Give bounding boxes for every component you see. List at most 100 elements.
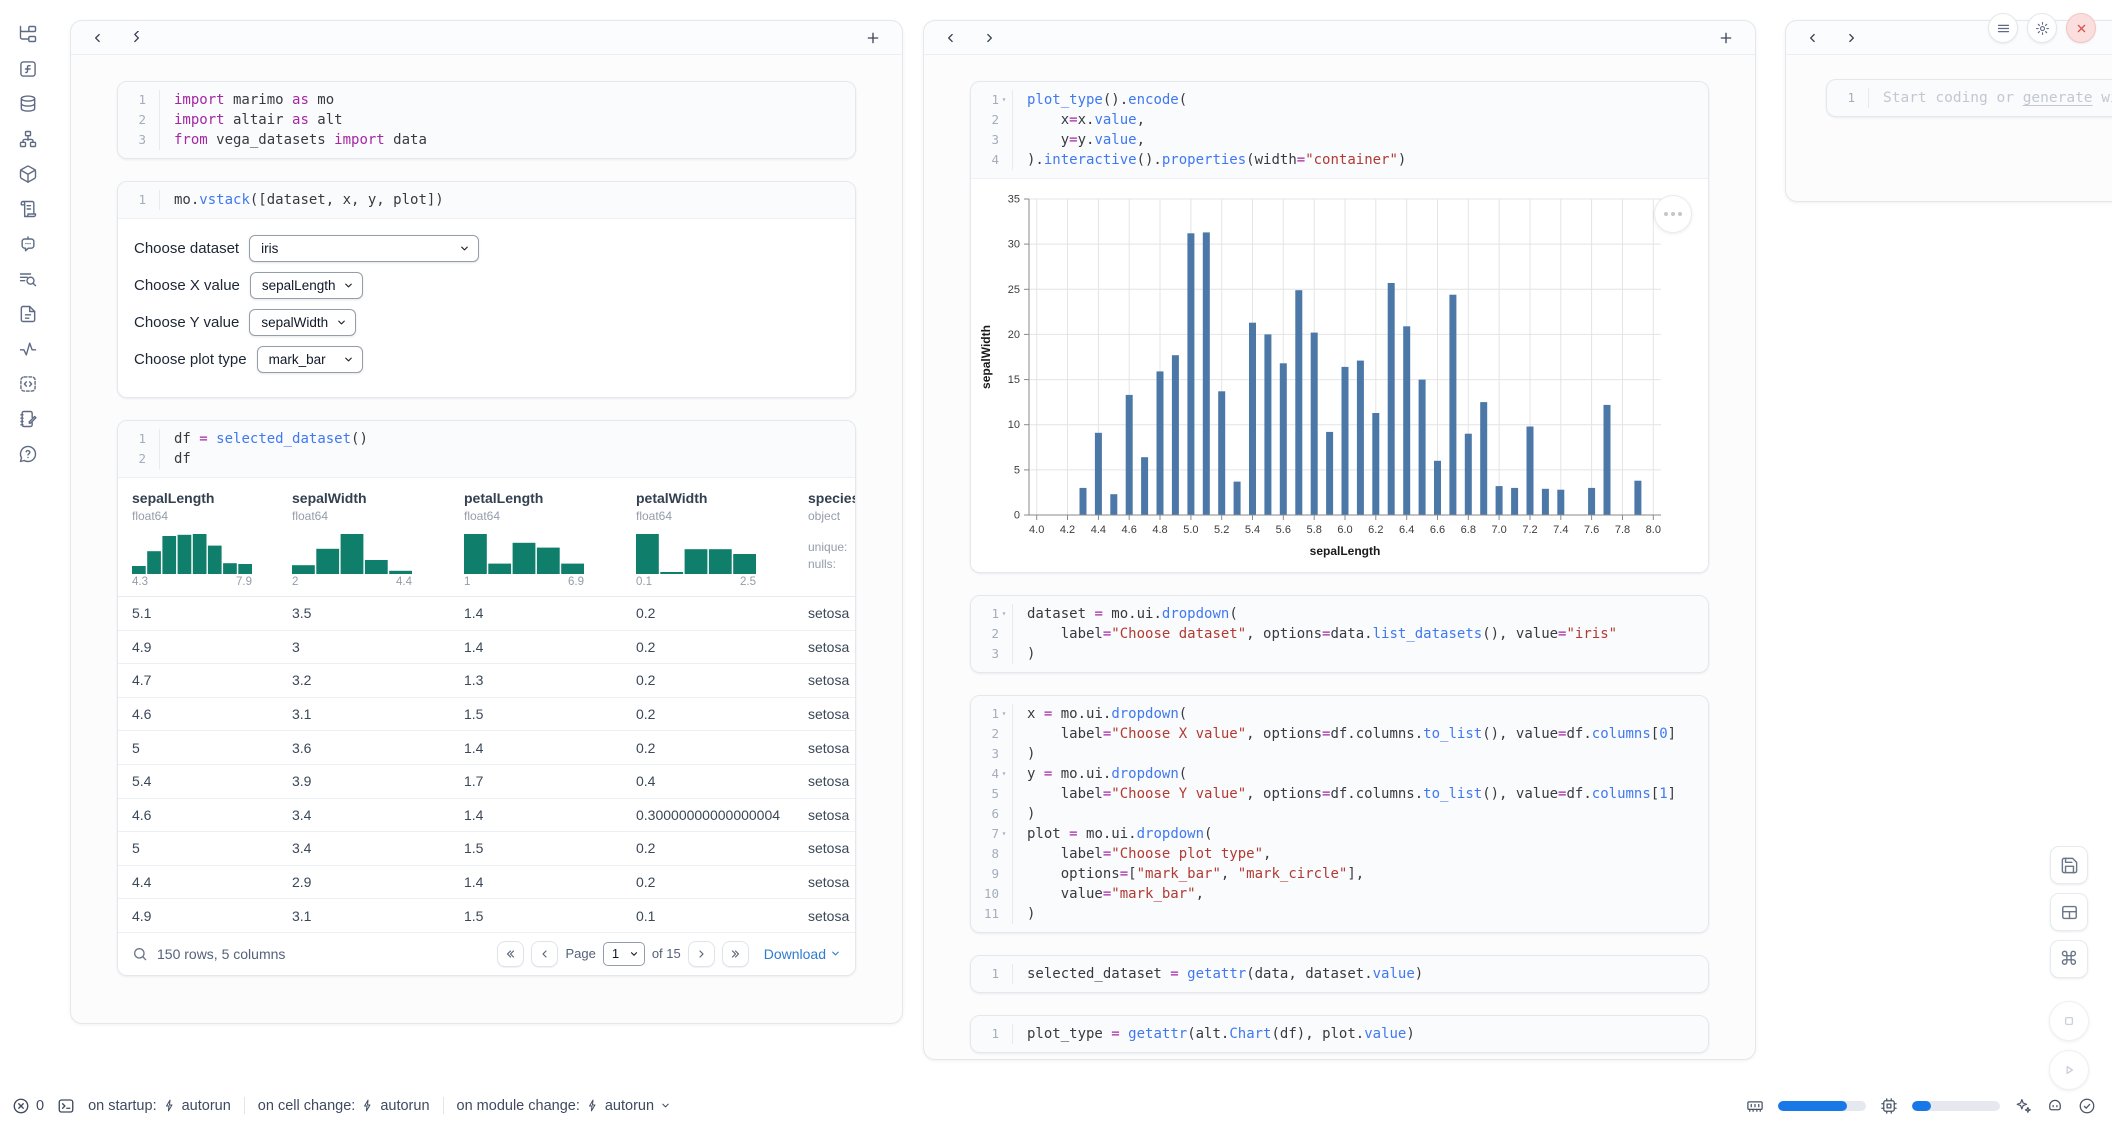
run-button[interactable] — [2049, 1050, 2089, 1090]
table-row[interactable]: 4.63.11.50.2setosa — [118, 698, 855, 732]
download-button[interactable]: Download — [764, 946, 841, 962]
cpu-usage-fill — [1912, 1101, 1931, 1111]
svg-text:6.2: 6.2 — [1368, 524, 1383, 536]
next-page-button[interactable] — [688, 941, 715, 967]
plot-type-label: Choose plot type — [134, 351, 247, 368]
code-editor[interactable]: 1df = selected_dataset()2df — [118, 421, 855, 477]
bar-chart[interactable]: 4.04.24.44.64.85.05.25.45.65.86.06.26.46… — [977, 185, 1677, 563]
status-bar: 0 on startup: autorun on cell change: au… — [0, 1089, 2112, 1122]
package-icon[interactable] — [18, 164, 38, 184]
shutdown-close-icon[interactable] — [2066, 13, 2096, 43]
tracing-icon[interactable] — [18, 339, 38, 359]
search-icon[interactable] — [132, 946, 148, 962]
code-editor[interactable]: 1plot_type = getattr(alt.Chart(df), plot… — [971, 1016, 1708, 1052]
terminal-icon[interactable] — [57, 1097, 75, 1115]
page-of-label: of 15 — [652, 946, 681, 961]
table-row[interactable]: 53.61.40.2setosa — [118, 731, 855, 765]
code-editor[interactable]: 1▾x = mo.ui.dropdown(2 label="Choose X v… — [971, 696, 1708, 932]
column-header-species[interactable]: speciesobjectunique:nulls: — [808, 490, 856, 588]
add-cell-icon[interactable] — [862, 27, 884, 49]
row-count-label: 150 rows, 5 columns — [157, 946, 285, 962]
prev-page-button[interactable] — [531, 941, 558, 967]
help-icon[interactable] — [18, 444, 38, 464]
column-header-sepalWidth[interactable]: sepalWidthfloat6424.4 — [292, 490, 464, 588]
svg-text:7.6: 7.6 — [1584, 524, 1599, 536]
connection-status-icon[interactable] — [2078, 1097, 2096, 1115]
line-number: 1 — [1847, 88, 1855, 108]
generate-link[interactable]: generate — [2023, 90, 2093, 106]
lightning-icon — [163, 1099, 176, 1112]
copilot-icon[interactable] — [2046, 1097, 2064, 1115]
add-cell-icon[interactable] — [1715, 27, 1737, 49]
column-next-icon[interactable] — [1840, 27, 1862, 49]
column-header-petalLength[interactable]: petalLengthfloat6416.9 — [464, 490, 636, 588]
svg-text:sepalWidth: sepalWidth — [979, 325, 993, 389]
cell-selected-dataset: 1selected_dataset = getattr(data, datase… — [970, 955, 1709, 993]
chat-bot-icon[interactable] — [18, 234, 38, 254]
file-tree-icon[interactable] — [18, 24, 38, 44]
y-value-control: Choose Y valuesepalWidth — [134, 309, 839, 336]
code-editor[interactable]: 1▾dataset = mo.ui.dropdown(2 label="Choo… — [971, 596, 1708, 672]
table-row[interactable]: 4.931.40.2setosa — [118, 631, 855, 665]
on-module-change-setting[interactable]: on module change: autorun — [457, 1098, 672, 1114]
last-page-button[interactable] — [722, 941, 749, 967]
svg-text:4.2: 4.2 — [1060, 524, 1075, 536]
settings-gear-icon[interactable] — [2027, 13, 2057, 43]
table-row[interactable]: 53.41.50.2setosa — [118, 832, 855, 866]
column-prev-icon[interactable] — [940, 27, 962, 49]
stop-button[interactable] — [2049, 1001, 2089, 1041]
column-prev-icon[interactable] — [87, 27, 109, 49]
on-startup-setting[interactable]: on startup: autorun — [88, 1098, 231, 1114]
first-page-button[interactable] — [497, 941, 524, 967]
column-prev-icon[interactable] — [1802, 27, 1824, 49]
page-select[interactable]: 1 — [603, 942, 645, 966]
altair-chart-output: 4.04.24.44.64.85.05.25.45.65.86.06.26.46… — [971, 179, 1708, 572]
database-icon[interactable] — [18, 94, 38, 114]
keyboard-shortcuts-button[interactable]: ⌘ — [2050, 940, 2088, 978]
menu-icon[interactable] — [1988, 13, 2018, 43]
x-value-select[interactable]: sepalLength — [250, 272, 364, 299]
function-icon[interactable] — [18, 59, 38, 79]
page-word: Page — [565, 946, 595, 961]
list-search-icon[interactable] — [18, 269, 38, 289]
table-row[interactable]: 5.43.91.70.4setosa — [118, 765, 855, 799]
svg-text:4.8: 4.8 — [1152, 524, 1167, 536]
column-next-icon[interactable] — [978, 27, 1000, 49]
column-1-header — [71, 21, 902, 55]
table-row[interactable]: 4.42.91.40.2setosa — [118, 866, 855, 900]
document-icon[interactable] — [18, 304, 38, 324]
table-row[interactable]: 5.13.51.40.2setosa — [118, 597, 855, 631]
snippets-icon[interactable] — [18, 374, 38, 394]
ai-sparkles-icon[interactable] — [2014, 1097, 2032, 1115]
lightning-icon — [361, 1099, 374, 1112]
table-row[interactable]: 4.73.21.30.2setosa — [118, 664, 855, 698]
svg-text:7.2: 7.2 — [1522, 524, 1537, 536]
column-header-petalWidth[interactable]: petalWidthfloat640.12.5 — [636, 490, 808, 588]
code-editor[interactable]: 1mo.vstack([dataset, x, y, plot]) — [118, 182, 855, 218]
on-cell-change-setting[interactable]: on cell change: autorun — [258, 1098, 430, 1114]
empty-cell-editor[interactable]: 1 Start coding or generate with — [1826, 79, 2112, 117]
chart-menu-icon[interactable] — [1654, 195, 1692, 233]
table-row[interactable]: 4.93.11.50.1setosa — [118, 899, 855, 933]
sidebar-rail — [0, 0, 56, 1085]
window-controls — [1988, 13, 2096, 43]
svg-text:25: 25 — [1008, 284, 1020, 296]
column-header-sepalLength[interactable]: sepalLengthfloat644.37.9 — [132, 490, 292, 588]
code-editor[interactable]: 1▾plot_type().encode(2 x=x.value,3 y=y.v… — [971, 82, 1708, 178]
save-button[interactable] — [2050, 846, 2088, 884]
scratchpad-icon[interactable] — [18, 409, 38, 429]
y-value-select[interactable]: sepalWidth — [249, 309, 356, 336]
svg-text:sepalLength: sepalLength — [1310, 544, 1381, 558]
error-counter[interactable]: 0 — [12, 1097, 44, 1115]
column-next-icon[interactable] — [125, 27, 147, 49]
layout-button[interactable] — [2050, 893, 2088, 931]
dataset-label: Choose dataset — [134, 240, 239, 257]
table-row[interactable]: 4.63.41.40.30000000000000004setosa — [118, 799, 855, 833]
logs-scroll-icon[interactable] — [18, 199, 38, 219]
dependency-graph-icon[interactable] — [18, 129, 38, 149]
cpu-icon — [1880, 1097, 1898, 1115]
plot-type-select[interactable]: mark_bar — [257, 346, 363, 373]
dataset-select[interactable]: iris — [249, 235, 479, 262]
code-editor[interactable]: 1import marimo as mo2import altair as al… — [118, 82, 855, 158]
code-editor[interactable]: 1selected_dataset = getattr(data, datase… — [971, 956, 1708, 992]
